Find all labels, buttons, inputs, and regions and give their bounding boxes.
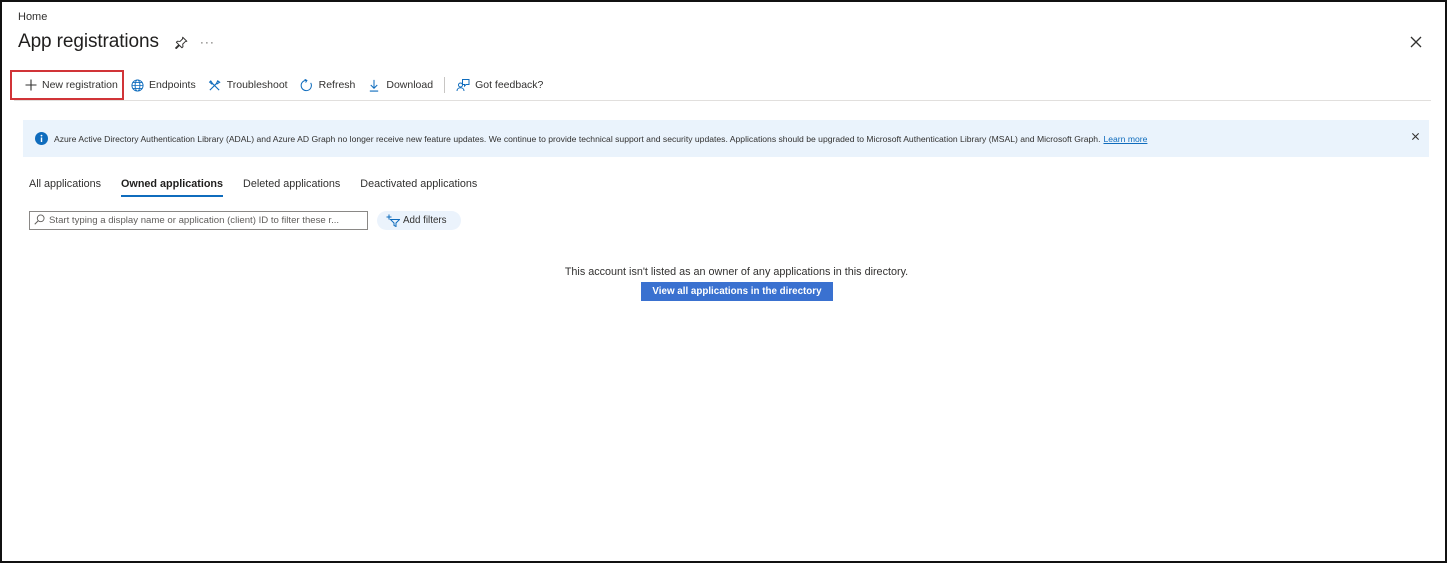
refresh-icon xyxy=(300,78,314,92)
troubleshoot-button[interactable]: Troubleshoot xyxy=(202,70,294,100)
troubleshoot-label: Troubleshoot xyxy=(226,79,288,91)
view-all-applications-button[interactable]: View all applications in the directory xyxy=(641,282,833,301)
toolbar-divider-line xyxy=(14,100,1431,101)
command-bar: New registration Endpoints Troubleshoot … xyxy=(10,70,549,100)
page-title: App registrations xyxy=(18,31,159,52)
refresh-button[interactable]: Refresh xyxy=(294,70,362,100)
tab-owned-applications[interactable]: Owned applications xyxy=(121,178,224,197)
globe-icon xyxy=(130,78,144,92)
info-banner: Azure Active Directory Authentication Li… xyxy=(23,120,1429,157)
new-registration-button[interactable]: New registration xyxy=(10,70,124,100)
empty-state-message: This account isn't listed as an owner of… xyxy=(564,266,909,278)
tab-deleted-applications[interactable]: Deleted applications xyxy=(243,178,340,197)
toolbar-divider xyxy=(444,77,446,93)
download-button[interactable]: Download xyxy=(361,70,439,100)
breadcrumb-home-link[interactable]: Home xyxy=(18,11,47,23)
close-icon[interactable] xyxy=(1409,35,1423,49)
download-icon xyxy=(367,78,381,92)
banner-message: Azure Active Directory Authentication Li… xyxy=(54,133,1101,144)
endpoints-button[interactable]: Endpoints xyxy=(124,70,202,100)
search-input[interactable] xyxy=(49,215,359,226)
download-label: Download xyxy=(386,79,434,91)
plus-icon xyxy=(25,78,37,92)
refresh-label: Refresh xyxy=(318,79,356,91)
filter-row: Add filters xyxy=(29,211,461,230)
add-filters-label: Add filters xyxy=(403,215,447,226)
search-box xyxy=(29,211,368,230)
wrench-screwdriver-icon xyxy=(208,78,222,92)
feedback-button[interactable]: Got feedback? xyxy=(450,70,549,100)
banner-close-icon[interactable] xyxy=(1411,128,1421,141)
tab-deactivated-applications[interactable]: Deactivated applications xyxy=(360,178,477,197)
title-row: App registrations ··· xyxy=(18,31,215,53)
endpoints-label: Endpoints xyxy=(149,79,196,91)
feedback-icon xyxy=(456,78,470,92)
tab-all-applications[interactable]: All applications xyxy=(29,178,101,197)
new-registration-label: New registration xyxy=(42,79,118,91)
search-icon xyxy=(34,212,45,230)
feedback-label: Got feedback? xyxy=(475,79,544,91)
add-filter-icon xyxy=(386,214,401,228)
add-filters-button[interactable]: Add filters xyxy=(377,211,461,230)
info-icon xyxy=(35,132,48,145)
tab-list: All applications Owned applications Dele… xyxy=(29,178,497,197)
pin-icon[interactable] xyxy=(175,35,189,49)
app-window: Home App registrations ··· New registrat… xyxy=(0,0,1447,563)
more-options-icon[interactable]: ··· xyxy=(200,35,215,49)
learn-more-link[interactable]: Learn more xyxy=(1103,134,1147,144)
breadcrumb: Home xyxy=(18,11,47,23)
